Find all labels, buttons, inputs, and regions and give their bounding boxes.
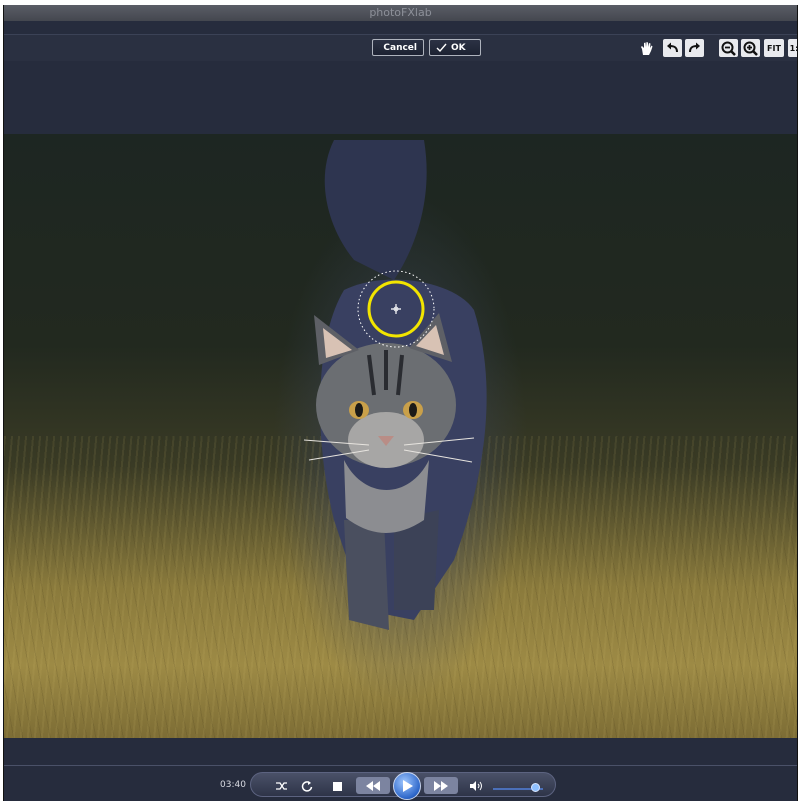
play-button[interactable]: [393, 772, 421, 800]
mute-button[interactable]: [468, 779, 484, 793]
play-icon: [403, 780, 413, 792]
fast-forward-icon: [434, 780, 448, 791]
ok-button[interactable]: OK: [429, 39, 481, 56]
time-display: 03:40: [220, 780, 246, 790]
actual-size-label: 1:: [789, 43, 798, 53]
cat-photo: [303, 140, 487, 630]
shuffle-icon: [275, 782, 287, 790]
fit-button[interactable]: FIT: [764, 39, 784, 57]
tool-options-panel: [4, 61, 797, 134]
zoom-in-button[interactable]: [741, 39, 760, 57]
brush-cursor[interactable]: [356, 269, 436, 349]
status-strip: [4, 738, 797, 766]
repeat-icon: [301, 781, 313, 792]
speaker-icon: [469, 781, 482, 791]
rewind-button[interactable]: [356, 777, 390, 794]
checkmark-icon: [436, 43, 447, 52]
undo-button[interactable]: [663, 39, 682, 57]
stop-icon: [332, 781, 342, 791]
volume-slider-thumb[interactable]: [531, 783, 540, 792]
undo-icon: [667, 42, 678, 53]
rewind-icon: [366, 780, 380, 791]
player-bar: 03:40: [4, 766, 797, 801]
fast-forward-button[interactable]: [424, 777, 458, 794]
redo-icon: [689, 42, 700, 53]
cancel-label: Cancel: [383, 42, 417, 53]
app-window: photoFXlab Cancel OK FIT 1: 03:40: [3, 5, 798, 801]
window-title: photoFXlab: [369, 6, 432, 19]
toolbar: Cancel OK FIT 1:: [4, 34, 797, 62]
ok-label: OK: [451, 42, 466, 53]
zoom-out-button[interactable]: [719, 39, 738, 57]
image-canvas[interactable]: [4, 134, 797, 738]
hand-tool-button[interactable]: [637, 39, 656, 57]
shuffle-button[interactable]: [274, 779, 288, 793]
actual-size-button[interactable]: 1:: [788, 39, 798, 57]
hand-icon: [641, 41, 653, 55]
redo-button[interactable]: [685, 39, 704, 57]
title-bar: photoFXlab: [4, 5, 797, 21]
cancel-button[interactable]: Cancel: [372, 39, 424, 56]
zoom-out-icon: [721, 41, 736, 56]
stop-button[interactable]: [330, 779, 344, 793]
zoom-in-icon: [743, 41, 758, 56]
fit-label: FIT: [767, 43, 781, 53]
repeat-button[interactable]: [300, 779, 314, 793]
